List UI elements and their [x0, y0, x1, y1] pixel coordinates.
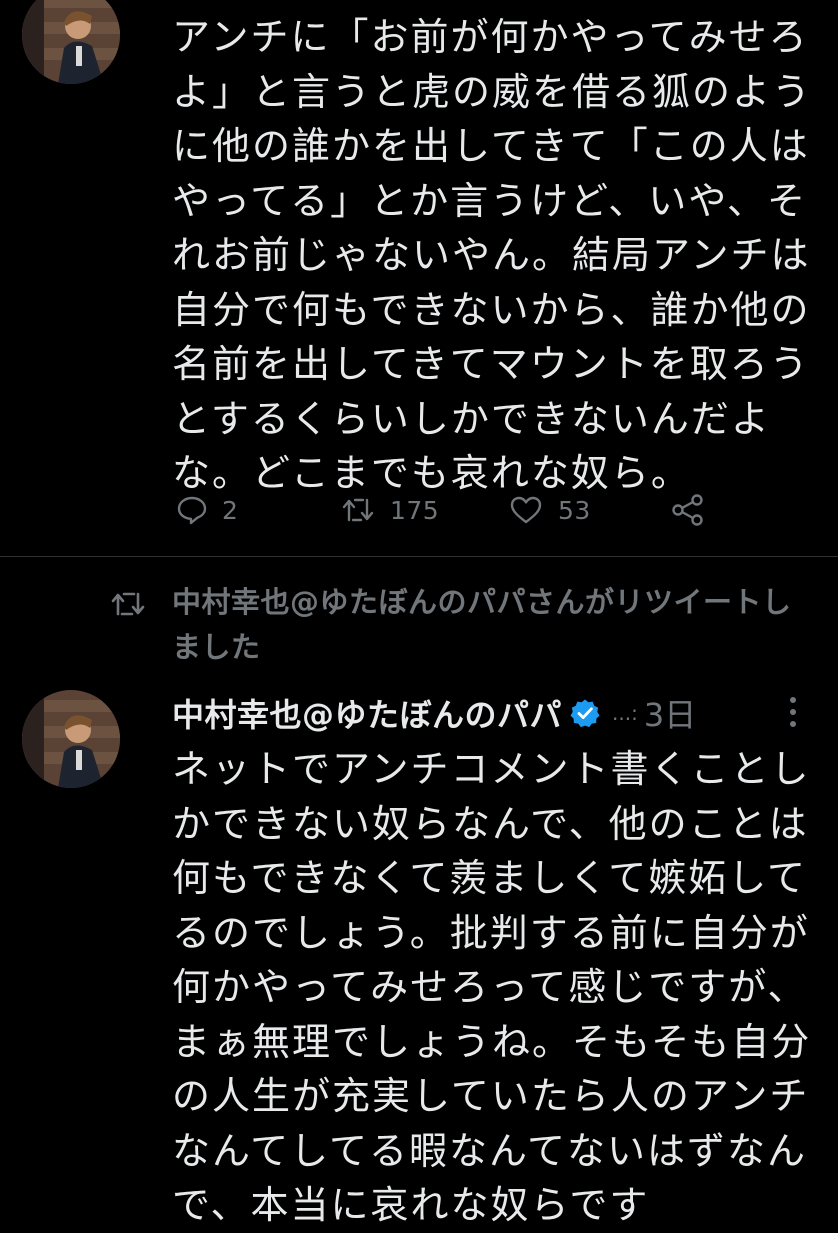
like-count: 53 — [558, 495, 591, 525]
more-vertical-icon — [790, 697, 796, 703]
retweet-notice-text[interactable]: 中村幸也@ゆたぼんのパパさんがリツイートしました — [172, 580, 812, 670]
tweet-header: 中村幸也@ゆたぼんのパパ ...: 3日 — [172, 688, 812, 738]
display-name[interactable]: 中村幸也@ゆたぼんのパパ — [172, 690, 562, 736]
reply-button[interactable]: 2 — [176, 488, 238, 532]
reply-bubble-icon — [177, 496, 207, 525]
share-icon — [672, 494, 703, 526]
avatar[interactable] — [22, 0, 120, 84]
share-button[interactable] — [670, 488, 706, 532]
tweet-divider — [0, 556, 838, 557]
avatar[interactable] — [22, 690, 120, 788]
reply-count: 2 — [222, 495, 239, 525]
verified-badge-icon — [570, 699, 600, 728]
heart-icon — [510, 496, 542, 524]
avatar-photo-icon — [22, 690, 120, 788]
verified-badge — [570, 698, 600, 728]
more-vertical-icon-dot — [790, 721, 796, 727]
more-vertical-icon-dot — [790, 709, 796, 715]
retweet-notice[interactable]: 中村幸也@ゆたぼんのパパさんがリツイートしました — [0, 580, 838, 670]
retweet-icon — [342, 498, 374, 522]
avatar-photo-icon — [22, 0, 120, 84]
retweet-button[interactable]: 175 — [340, 488, 439, 532]
retweet-count: 175 — [390, 495, 440, 525]
tweet-body-text: アンチに「お前が何かやってみせろよ」と言うと虎の威を借る狐のように他の誰かを出し… — [172, 15, 813, 495]
handle: ...: — [612, 701, 638, 725]
more-options-button[interactable] — [778, 690, 808, 734]
tweet-action-bar: 2 175 53 — [172, 488, 732, 532]
timestamp[interactable]: 3日 — [644, 690, 696, 736]
tweet-first[interactable]: アンチに「お前が何かやってみせろよ」と言うと虎の威を借る狐のように他の誰かを出し… — [0, 0, 838, 556]
retweet-icon — [111, 592, 145, 616]
tweet-body-text: ネットでアンチコメント書くことしかできない奴らなんで、他のことは何もできなくて羨… — [172, 747, 812, 1227]
like-button[interactable]: 53 — [508, 488, 591, 532]
